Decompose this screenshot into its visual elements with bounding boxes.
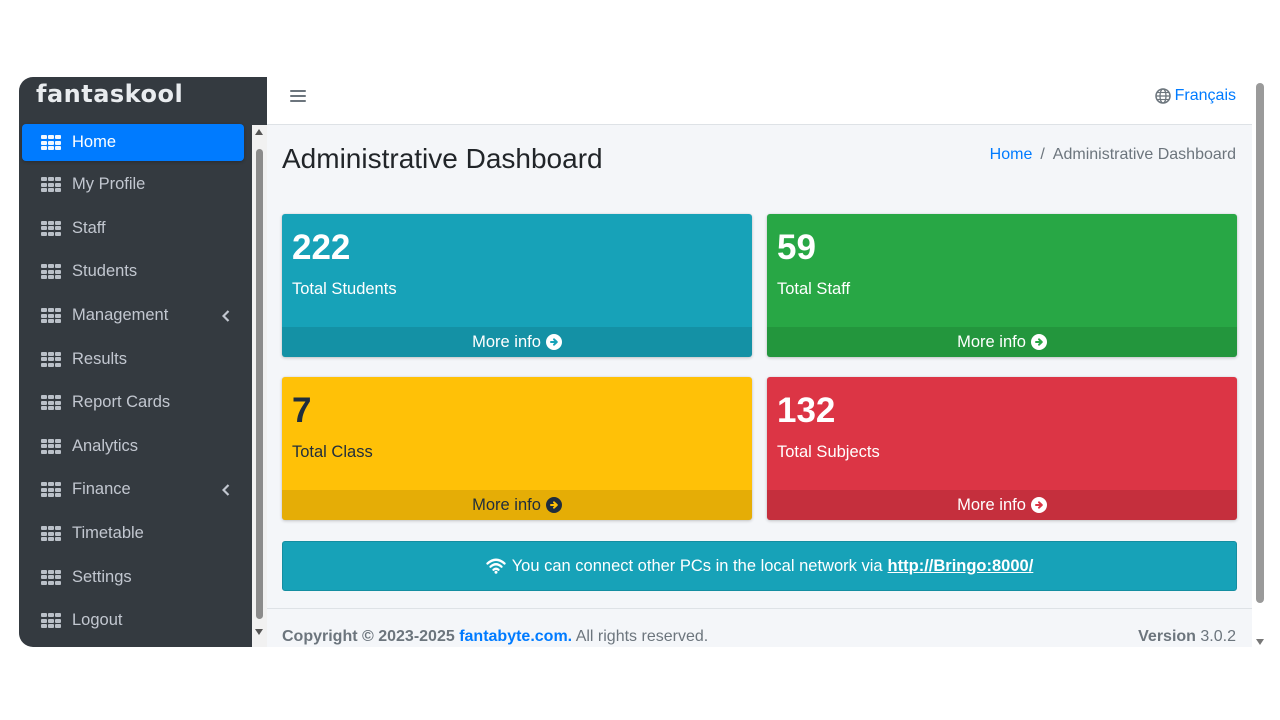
chevron-left-icon: [222, 484, 230, 496]
sidebar-item-students[interactable]: Students: [22, 250, 244, 294]
sidebar-item-label: Report Cards: [72, 393, 171, 412]
sidebar-item-logout[interactable]: Logout: [22, 599, 244, 643]
chevron-left-icon: [222, 309, 230, 322]
grid-icon: [41, 482, 61, 498]
sidebar-item-my-profile[interactable]: My Profile: [22, 163, 244, 207]
sidebar-item-label: My Profile: [72, 175, 146, 194]
sidebar-scrollbar[interactable]: [252, 125, 267, 647]
sidebar-item-home[interactable]: Home: [22, 124, 244, 161]
breadcrumb-current: Administrative Dashboard: [1052, 146, 1236, 163]
page-title: Administrative Dashboard: [282, 143, 603, 174]
stat-box-staff: 59 Total Staff More info: [767, 214, 1237, 357]
scroll-down-arrow-icon[interactable]: [255, 629, 263, 635]
sidebar-item-results[interactable]: Results: [22, 337, 244, 381]
more-info-link[interactable]: More info: [282, 490, 752, 520]
more-info-link[interactable]: More info: [767, 490, 1237, 520]
stat-label: Total Staff: [777, 280, 851, 298]
more-info-label: More info: [472, 332, 541, 351]
stat-label: Total Subjects: [777, 443, 880, 461]
language-switcher[interactable]: Français: [1154, 87, 1236, 105]
page-footer: Copyright © 2023-2025 fantabyte.com. All…: [267, 608, 1252, 647]
stat-value: 59: [777, 228, 816, 267]
sidebar-item-label: Timetable: [72, 524, 144, 543]
sidebar-item-label: Finance: [72, 480, 131, 499]
sidebar-item-settings[interactable]: Settings: [22, 555, 244, 599]
sidebar-item-label: Results: [72, 349, 128, 368]
more-info-label: More info: [957, 332, 1026, 351]
sidebar-item-analytics[interactable]: Analytics: [22, 425, 244, 469]
top-navbar: Français: [267, 77, 1252, 125]
stat-value: 132: [777, 391, 836, 430]
stat-box-subjects: 132 Total Subjects More info: [767, 377, 1237, 520]
more-info-label: More info: [472, 495, 541, 514]
arrow-circle-right-icon: [545, 497, 562, 513]
more-info-link[interactable]: More info: [767, 327, 1237, 357]
network-notice: You can connect other PCs in the local n…: [282, 541, 1237, 591]
breadcrumb-home-link[interactable]: Home: [990, 146, 1033, 164]
sidebar-item-staff[interactable]: Staff: [22, 207, 244, 251]
copyright-text: Copyright © 2023-2025: [282, 628, 455, 645]
sidebar-item-label: Logout: [72, 611, 123, 630]
company-link[interactable]: fantabyte.com.: [459, 628, 572, 645]
sidebar-scroll-thumb[interactable]: [256, 149, 263, 619]
sidebar-item-finance[interactable]: Finance: [22, 468, 244, 512]
grid-icon: [41, 438, 61, 454]
more-info-label: More info: [957, 495, 1026, 514]
grid-icon: [41, 613, 61, 629]
main-content: Français Administrative Dashboard Home /…: [267, 77, 1252, 647]
version-number: 3.0.2: [1200, 628, 1236, 645]
arrow-circle-right-icon: [1030, 334, 1047, 350]
grid-icon: [41, 135, 61, 150]
breadcrumb-separator: /: [1040, 146, 1045, 163]
stat-label: Total Students: [292, 280, 397, 298]
sidebar-item-label: Settings: [72, 567, 132, 586]
stat-box-class: 7 Total Class More info: [282, 377, 752, 520]
wifi-icon: [486, 558, 506, 574]
sidebar-item-label: Analytics: [72, 436, 139, 455]
language-label: Français: [1174, 87, 1236, 104]
menu-toggle-icon[interactable]: [290, 89, 306, 103]
grid-icon: [41, 220, 61, 236]
main-scroll-thumb[interactable]: [1256, 83, 1264, 603]
sidebar-item-timetable[interactable]: Timetable: [22, 512, 244, 556]
arrow-circle-right-icon: [545, 334, 562, 350]
sidebar-item-label: Staff: [72, 218, 106, 237]
grid-icon: [41, 308, 61, 324]
breadcrumb: Home / Administrative Dashboard: [990, 146, 1236, 164]
sidebar-item-report-cards[interactable]: Report Cards: [22, 381, 244, 425]
more-info-link[interactable]: More info: [282, 327, 752, 357]
sidebar-item-label: Management: [72, 306, 169, 325]
rights-text: All rights reserved.: [575, 628, 709, 645]
grid-icon: [41, 177, 61, 193]
sidebar-item-label: Students: [72, 262, 138, 281]
grid-icon: [41, 395, 61, 411]
arrow-circle-right-icon: [1030, 497, 1047, 513]
version-info: Version 3.0.2: [1138, 628, 1236, 646]
sidebar-item-label: Home: [72, 133, 117, 151]
stat-label: Total Class: [292, 443, 373, 461]
stat-box-students: 222 Total Students More info: [282, 214, 752, 357]
brand-name: fantaskool: [36, 80, 184, 108]
stat-value: 222: [292, 228, 351, 267]
app-window: fantaskool Home My Profile Staff Student…: [19, 77, 1268, 647]
stat-value: 7: [292, 391, 312, 430]
grid-icon: [41, 351, 61, 367]
copyright: Copyright © 2023-2025 fantabyte.com. All…: [282, 628, 708, 646]
version-label: Version: [1138, 628, 1196, 645]
network-url-link[interactable]: http://Bringo:8000/: [888, 557, 1034, 576]
grid-icon: [41, 569, 61, 585]
main-scrollbar[interactable]: [1252, 77, 1268, 647]
grid-icon: [41, 526, 61, 542]
scroll-down-arrow-icon[interactable]: [1256, 639, 1264, 645]
brand-logo[interactable]: fantaskool: [19, 77, 267, 120]
grid-icon: [41, 264, 61, 280]
globe-icon: [1154, 88, 1171, 104]
sidebar-item-management[interactable]: Management: [22, 294, 244, 338]
sidebar: fantaskool Home My Profile Staff Student…: [19, 77, 267, 647]
scroll-up-arrow-icon[interactable]: [255, 129, 263, 135]
notice-text: You can connect other PCs in the local n…: [511, 556, 883, 575]
sidebar-nav: Home My Profile Staff Students Managemen…: [19, 120, 252, 643]
